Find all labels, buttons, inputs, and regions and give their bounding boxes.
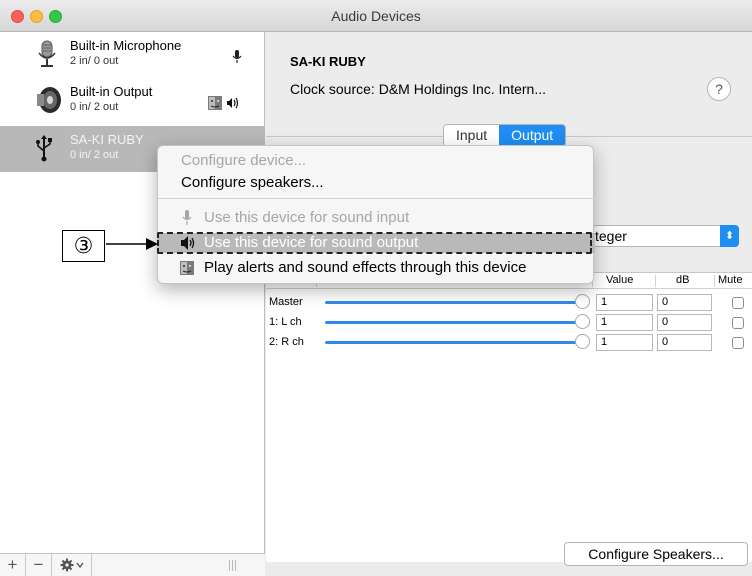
volume-slider-track[interactable] bbox=[325, 301, 583, 304]
volume-slider-knob[interactable] bbox=[575, 314, 590, 329]
db-field[interactable]: 0 bbox=[657, 314, 712, 331]
mute-checkbox[interactable] bbox=[732, 337, 744, 349]
menu-item-configure-speakers[interactable]: Configure speakers... bbox=[158, 173, 595, 193]
microphone-icon bbox=[38, 40, 56, 67]
channel-name: 1: L ch bbox=[269, 316, 302, 328]
microphone-icon bbox=[182, 210, 192, 225]
device-name: Built-in Output bbox=[70, 84, 153, 99]
device-name: Built-in Microphone bbox=[70, 38, 182, 53]
callout-arrow-icon bbox=[106, 238, 158, 250]
help-button[interactable]: ? bbox=[707, 77, 731, 101]
finder-speaker-icon bbox=[180, 261, 194, 275]
tab-output[interactable]: Output bbox=[499, 125, 566, 146]
menu-item-use-for-sound-output[interactable]: Use this device for sound output bbox=[158, 233, 595, 253]
format-select-value: teger bbox=[595, 228, 627, 244]
select-stepper-icon: ⬍ bbox=[720, 225, 739, 247]
value-field[interactable]: 1 bbox=[596, 314, 653, 331]
device-io-count: 2 in/ 0 out bbox=[70, 55, 119, 67]
table-row: 1: L ch 1 0 bbox=[266, 313, 752, 333]
clock-source-value[interactable]: D&M Holdings Inc. Intern... bbox=[379, 81, 546, 97]
menu-item-configure-device[interactable]: Configure device... bbox=[158, 151, 595, 171]
device-name: SA-KI RUBY bbox=[70, 132, 144, 147]
title-bar[interactable]: Audio Devices bbox=[0, 0, 752, 32]
value-field[interactable]: 1 bbox=[596, 294, 653, 311]
table-row: 2: R ch 1 0 bbox=[266, 333, 752, 353]
audio-devices-window: Audio Devices Built-in Microphone 2 in/ … bbox=[0, 0, 752, 576]
window-title: Audio Devices bbox=[331, 8, 421, 24]
volume-slider-track[interactable] bbox=[325, 341, 583, 344]
device-io-count: 0 in/ 2 out bbox=[70, 101, 119, 113]
sidebar-footer: + − bbox=[0, 553, 265, 576]
volume-slider-knob[interactable] bbox=[575, 294, 590, 309]
step-callout-label: ③ bbox=[62, 230, 105, 262]
finder-speaker-icon bbox=[208, 96, 239, 110]
menu-item-use-for-sound-input[interactable]: Use this device for sound input bbox=[158, 208, 595, 228]
device-context-menu: Configure device... Configure speakers..… bbox=[157, 145, 595, 284]
gear-menu-button[interactable] bbox=[52, 554, 92, 576]
resize-grip[interactable] bbox=[229, 560, 237, 571]
clock-source: Clock source: D&M Holdings Inc. Intern..… bbox=[290, 81, 546, 97]
speaker-icon bbox=[37, 87, 61, 113]
volume-slider-track[interactable] bbox=[325, 321, 583, 324]
table-row: Master 1 0 bbox=[266, 293, 752, 313]
device-list-sidebar: Built-in Microphone 2 in/ 0 out Built-in… bbox=[0, 32, 265, 576]
channel-name: Master bbox=[269, 296, 303, 308]
menu-item-play-alerts[interactable]: Play alerts and sound effects through th… bbox=[158, 258, 595, 278]
volume-table: Ch Volume Value dB Mute Master 1 0 1: L … bbox=[266, 272, 752, 562]
configure-speakers-button[interactable]: Configure Speakers... bbox=[564, 542, 748, 566]
column-header-value: Value bbox=[606, 274, 634, 286]
channel-name: 2: R ch bbox=[269, 336, 304, 348]
db-field[interactable]: 0 bbox=[657, 294, 712, 311]
column-header-db: dB bbox=[676, 274, 690, 286]
input-output-tabs: Input Output bbox=[443, 124, 567, 147]
device-item-built-in-microphone[interactable]: Built-in Microphone 2 in/ 0 out bbox=[0, 32, 265, 78]
usb-icon bbox=[36, 135, 52, 162]
format-select[interactable]: teger ⬍ bbox=[592, 225, 739, 247]
device-io-count: 0 in/ 2 out bbox=[70, 149, 119, 161]
device-detail-panel: SA-KI RUBY Clock source: D&M Holdings In… bbox=[266, 32, 752, 576]
remove-device-button[interactable]: − bbox=[26, 554, 52, 576]
value-field[interactable]: 1 bbox=[596, 334, 653, 351]
add-device-button[interactable]: + bbox=[0, 554, 26, 576]
mute-checkbox[interactable] bbox=[732, 317, 744, 329]
speaker-icon bbox=[181, 236, 195, 250]
mute-checkbox[interactable] bbox=[732, 297, 744, 309]
db-field[interactable]: 0 bbox=[657, 334, 712, 351]
clock-source-label: Clock source: bbox=[290, 81, 375, 97]
gear-icon bbox=[60, 558, 84, 572]
device-item-built-in-output[interactable]: Built-in Output 0 in/ 2 out bbox=[0, 78, 265, 124]
column-header-mute: Mute bbox=[718, 274, 743, 286]
menu-separator bbox=[158, 198, 595, 199]
volume-slider-knob[interactable] bbox=[575, 334, 590, 349]
microphone-icon bbox=[232, 50, 242, 63]
tab-input[interactable]: Input bbox=[444, 125, 500, 146]
selected-device-title: SA-KI RUBY bbox=[290, 54, 366, 69]
